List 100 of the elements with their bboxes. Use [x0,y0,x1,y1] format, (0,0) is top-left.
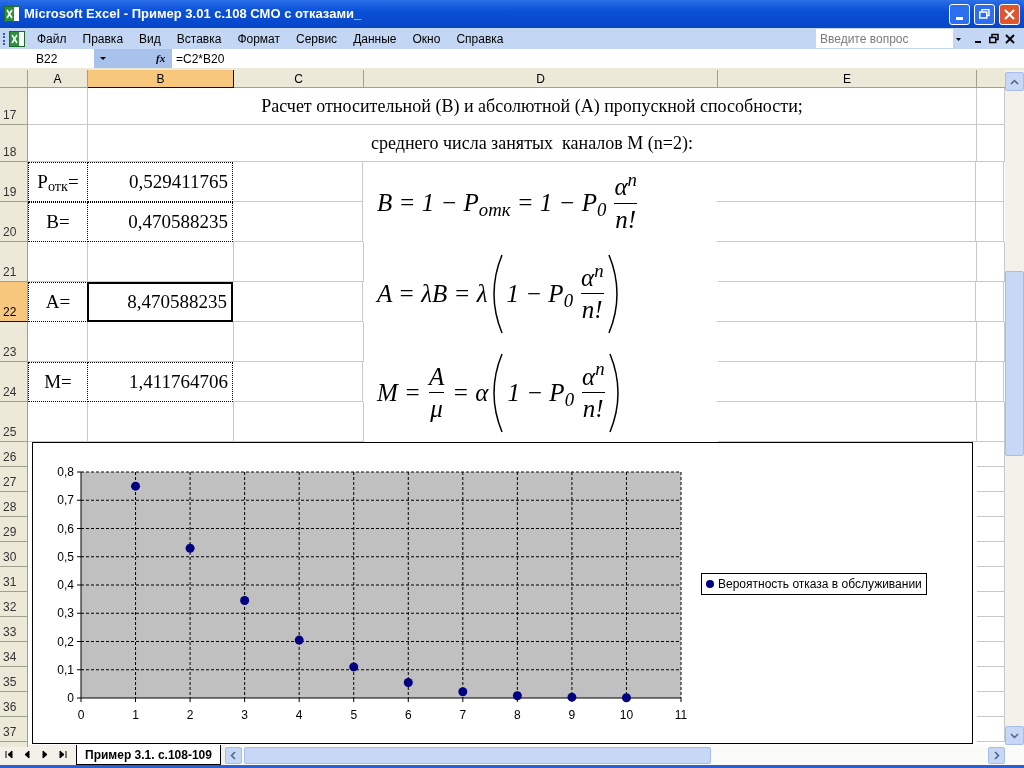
row-header[interactable]: 33 [0,617,28,642]
tick-label: 0,6 [57,521,74,536]
table-cell[interactable]: 1,411764706 [87,362,233,402]
bracket-icon [608,352,620,433]
spreadsheet-app-icon [4,6,20,22]
table-cell[interactable] [88,322,234,362]
close-icon[interactable] [1004,32,1016,45]
table-cell[interactable] [976,202,1004,242]
table-cell[interactable]: Расчет относительной (В) и абсолютной (А) пропускной способности; [88,88,977,125]
equation-text: = α [451,377,490,408]
scroll-left-button[interactable] [224,746,242,764]
horizontal-scrollbar[interactable] [224,745,1024,765]
menu-item[interactable]: Справка [456,29,504,48]
column-header[interactable]: A [28,70,88,88]
menu-item[interactable]: Окно [412,29,441,48]
table-cell[interactable] [233,282,363,322]
vertical-scrollbar[interactable] [1005,70,1024,745]
table-cell[interactable] [28,88,88,125]
equation-text: M = [375,377,422,408]
menu-item[interactable]: Правка [82,29,124,48]
menu-item[interactable]: Файл [37,29,67,48]
table-cell[interactable] [28,322,88,362]
restore-button[interactable] [974,3,995,25]
table-cell[interactable]: 0,529411765 [87,162,233,202]
tick-label: 7 [459,708,467,722]
scroll-up-button[interactable] [1005,72,1024,91]
row-header[interactable]: 28 [0,492,28,517]
chart-area[interactable]: 0 0,1 0,2 0,3 0,4 0,5 0,6 0,7 0,8 0 1 2 3 4 5 6 7 8 9 10 11 Вероятность отказа в обслуживании [32,442,973,744]
formula-field[interactable]: =C2*B20 [172,49,1024,68]
fraction-numerator: α$^{n}$ [581,262,604,293]
table-cell[interactable] [233,202,363,242]
row-header[interactable]: 34 [0,642,28,667]
table-cell[interactable] [976,162,1004,202]
column-header[interactable] [977,70,1005,88]
table-cell[interactable]: P$_{отк}$= [28,162,88,202]
tick-label: 3 [241,708,248,722]
tick-label: 0,5 [57,549,74,564]
restore-icon[interactable] [988,32,1000,45]
scroll-right-button[interactable] [988,746,1005,764]
window-title: Microsoft Excel - Пример 3.01 с.108 СМО с отказами_ [24,5,363,24]
row-header[interactable]: 29 [0,517,28,542]
row-header[interactable]: 24 [0,362,28,402]
row-header[interactable]: 17 [0,88,28,125]
table-cell[interactable] [976,362,1004,402]
table-cell[interactable] [234,322,364,362]
help-search-field[interactable]: Введите вопрос [816,29,964,48]
tick-label: 9 [568,708,576,722]
column-header[interactable]: B [88,70,234,88]
table-cell[interactable] [233,362,363,402]
row-header[interactable]: 22 [0,282,28,322]
table-cell[interactable]: 0,470588235 [87,202,233,242]
menu-item[interactable]: Вставка [176,29,222,48]
column-header[interactable]: C [234,70,364,88]
scroll-down-button[interactable] [1005,726,1024,745]
row-header[interactable]: 30 [0,542,28,567]
equation-text: 1 − P$_{0}$ [505,279,575,313]
fraction-denominator: μ [430,394,443,425]
close-button[interactable] [999,3,1020,25]
row-header[interactable]: 23 [0,322,28,362]
select-all-corner[interactable] [0,70,28,88]
menu-item[interactable]: Сервис [296,29,338,48]
row-header[interactable]: 18 [0,125,28,162]
sheet-tab[interactable]: Пример 3.1. с.108-109 [76,745,221,765]
menu-item[interactable]: Данные [353,29,397,48]
table-cell[interactable] [28,125,88,162]
row-header[interactable]: 19 [0,162,28,202]
row-header[interactable]: 25 [0,402,28,442]
equation-text: B = 1 − P$_{отк}$ = 1 − P$_{0}$ [376,188,608,222]
row-header[interactable]: 35 [0,667,28,692]
row-header[interactable]: 37 [0,717,28,742]
row-header[interactable]: 20 [0,202,28,242]
fraction-numerator: α$^{n}$ [614,171,637,203]
function-label[interactable]: fx [156,49,172,68]
column-header[interactable]: D [364,70,718,88]
row-header[interactable]: 36 [0,692,28,717]
table-cell[interactable] [233,162,363,202]
column-header[interactable]: E [718,70,977,88]
heading-text: среднего числа занятых каналов М (n=2): [371,131,693,155]
table-cell[interactable] [88,242,234,282]
table-cell[interactable]: 8,470588235 [87,282,233,322]
table-cell[interactable] [234,242,364,282]
minimize-button[interactable] [949,3,970,25]
row-header[interactable]: 21 [0,242,28,282]
table-cell[interactable]: M= [28,362,88,402]
table-cell[interactable]: B= [28,202,88,242]
table-cell[interactable]: A= [28,282,88,322]
tick-label: 5 [350,708,358,722]
table-cell[interactable] [718,242,977,282]
menu-item[interactable]: Вид [139,29,161,48]
row-header[interactable]: 26 [0,442,28,467]
scroll-thumb[interactable] [1005,271,1024,456]
row-header[interactable]: 32 [0,592,28,617]
row-header[interactable]: 27 [0,467,28,492]
table-cell[interactable] [28,242,88,282]
scroll-thumb[interactable] [243,746,711,764]
table-cell[interactable] [718,322,977,362]
menu-item[interactable]: Формат [237,29,281,48]
row-header[interactable]: 31 [0,567,28,592]
table-cell[interactable] [976,282,1004,322]
fraction-numerator: α$^{n}$ [582,360,605,392]
